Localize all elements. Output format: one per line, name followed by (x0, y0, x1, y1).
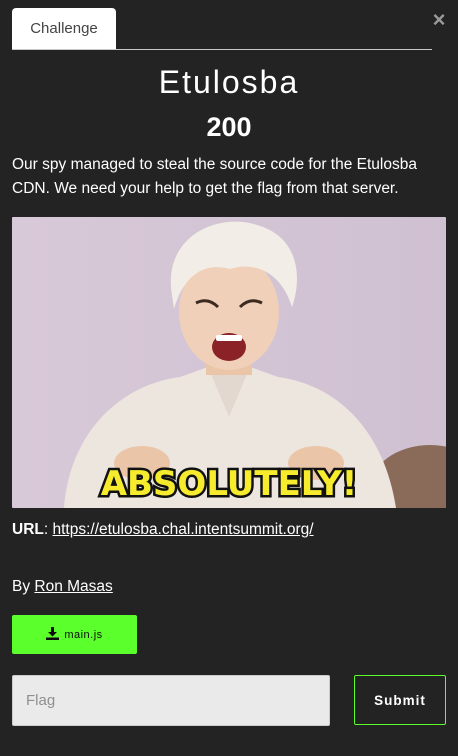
download-icon (46, 626, 60, 643)
url-label: URL (12, 521, 44, 538)
download-file-label: main.js (64, 628, 103, 641)
author-link[interactable]: Ron Masas (34, 578, 112, 595)
challenge-image: ABSOLUTELY! (12, 217, 446, 508)
challenge-title: Etulosba (158, 64, 300, 100)
challenge-url-link[interactable]: https://etulosba.chal.intentsummit.org/ (52, 521, 313, 538)
download-file-button[interactable]: main.js (12, 615, 137, 654)
author-line: By Ron Masas (12, 577, 113, 597)
challenge-description: Our spy managed to steal the source code… (12, 156, 417, 197)
challenge-points: 200 (206, 112, 252, 142)
close-icon[interactable]: × (428, 8, 450, 32)
url-separator: : (43, 521, 49, 538)
flag-input[interactable] (12, 675, 330, 726)
url-line: URL: https://etulosba.chal.intentsummit.… (12, 520, 314, 540)
image-caption: ABSOLUTELY! (101, 464, 358, 504)
tab-challenge[interactable]: Challenge (12, 8, 116, 49)
submit-button[interactable]: Submit (354, 675, 446, 725)
author-prefix: By (12, 578, 31, 595)
tab-bar: Challenge (12, 8, 432, 50)
